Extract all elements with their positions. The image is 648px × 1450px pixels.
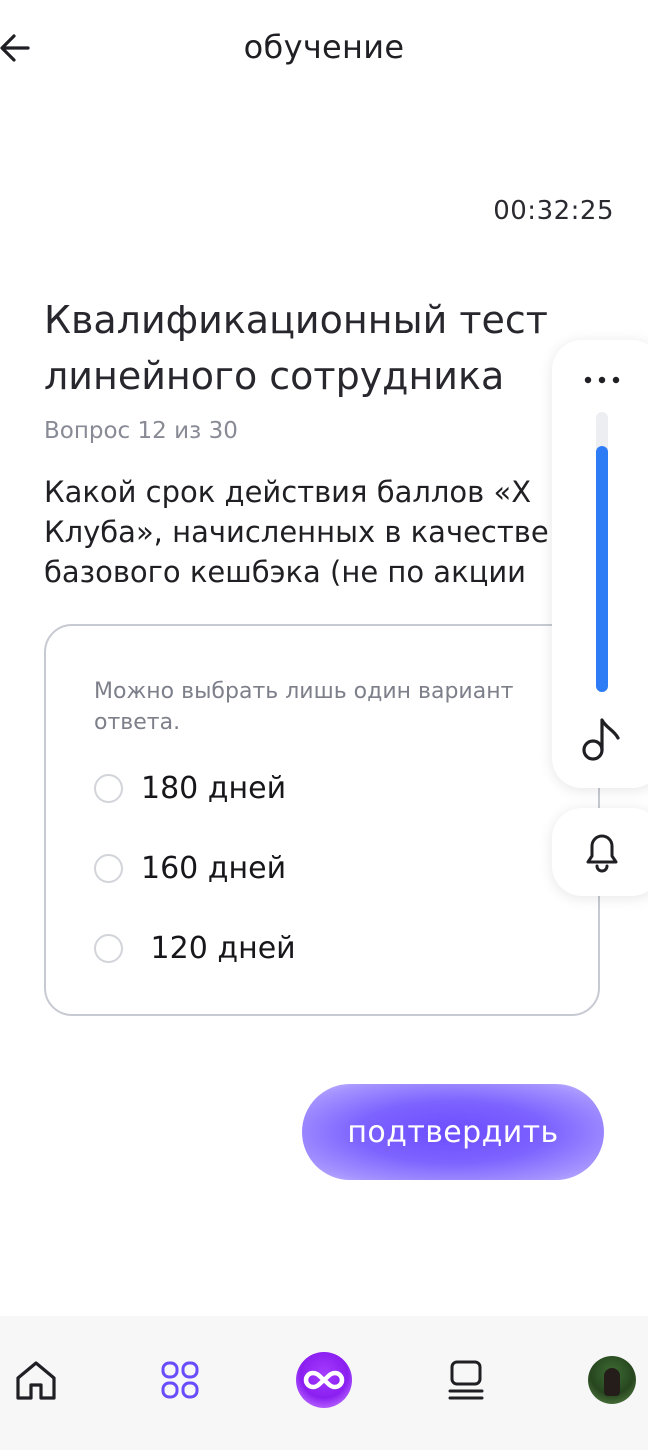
media-side-panel [552, 340, 648, 788]
radio-button[interactable] [94, 853, 123, 883]
bell-icon[interactable] [582, 828, 622, 874]
question-line: Какой срок действия баллов «Х [44, 475, 532, 509]
question-line: базового кешбэка (не по акции [44, 555, 527, 589]
test-title-line: Квалификационный тест [44, 298, 548, 342]
avatar [588, 1356, 636, 1404]
answer-option[interactable]: 160 дней [94, 848, 514, 888]
header: обучение [0, 0, 648, 96]
notifications-panel [552, 808, 648, 896]
radio-button[interactable] [94, 773, 123, 803]
profile-avatar[interactable] [582, 1350, 642, 1410]
answer-card: Можно выбрать лишь один вариант ответа. … [44, 624, 600, 1016]
answer-option-label: 160 дней [141, 850, 287, 886]
bottom-nav [0, 1316, 648, 1450]
music-note-icon[interactable] [580, 714, 624, 764]
test-title-line: линейного сотрудника [44, 354, 505, 398]
volume-slider[interactable] [596, 412, 608, 692]
radio-button[interactable] [94, 933, 123, 963]
stack-icon[interactable] [436, 1350, 496, 1410]
infinity-logo-icon[interactable] [294, 1350, 354, 1410]
question-line: Клуба», начисленных в качестве [44, 515, 549, 549]
timer: 00:32:25 [493, 196, 614, 226]
more-dots-icon[interactable] [578, 362, 626, 398]
answer-option-label: 120 дней [141, 930, 296, 966]
answer-option[interactable]: 180 дней [94, 768, 514, 808]
confirm-button[interactable]: подтвердить [302, 1084, 604, 1180]
question-text: Какой срок действия баллов «Х Клуба», на… [44, 472, 584, 598]
answer-option-label: 180 дней [141, 770, 287, 806]
answer-hint: Можно выбрать лишь один вариант ответа. [94, 679, 514, 735]
question-counter: Вопрос 12 из 30 [44, 418, 238, 444]
page-title: обучение [243, 28, 405, 66]
apps-grid-icon[interactable] [150, 1350, 210, 1410]
test-title: Квалификационный тест линейного сотрудни… [44, 292, 584, 404]
answer-option[interactable]: 120 дней [94, 928, 514, 968]
home-icon[interactable] [6, 1350, 66, 1410]
volume-slider-fill [596, 445, 608, 692]
